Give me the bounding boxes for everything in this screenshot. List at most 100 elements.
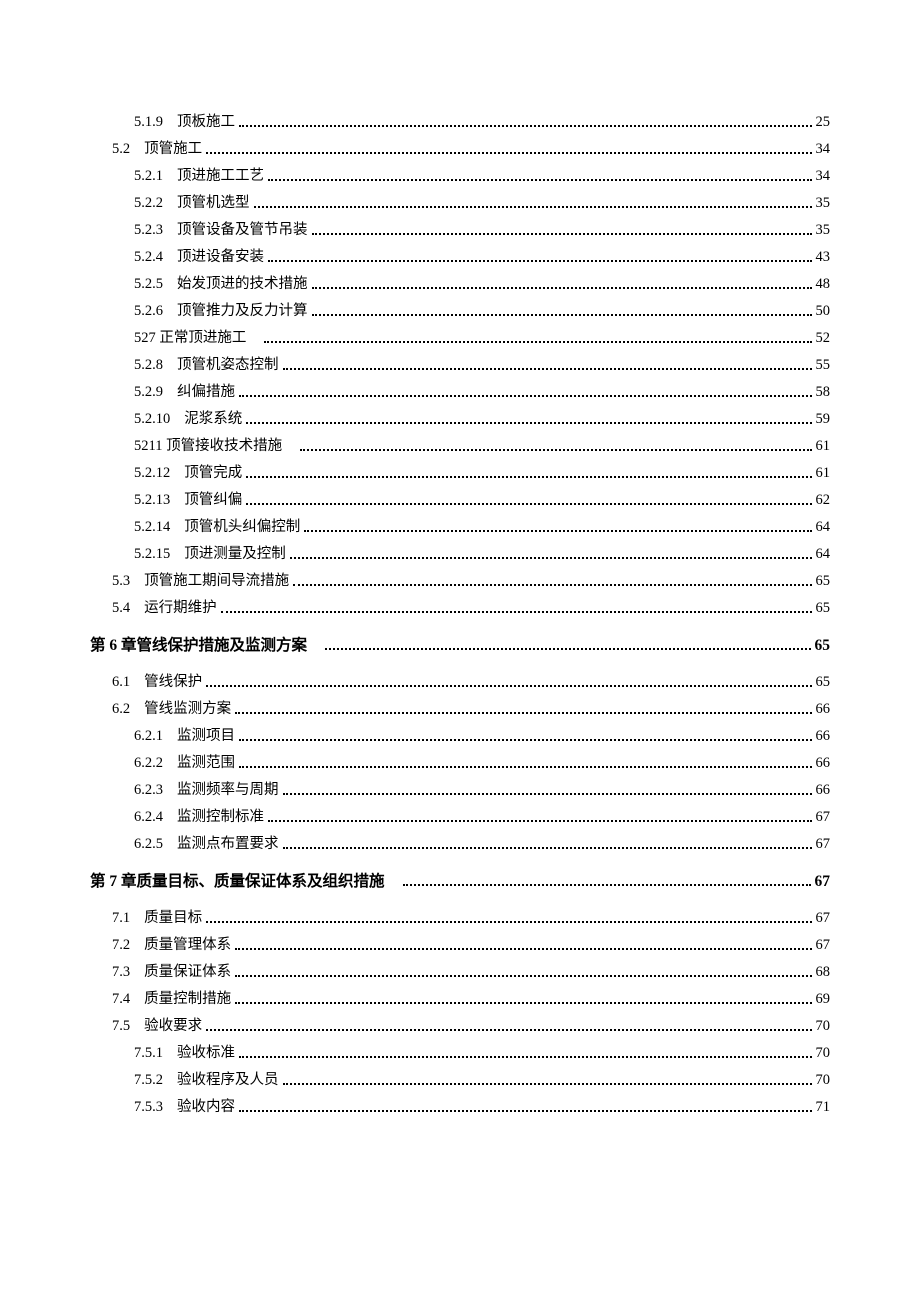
toc-entry-number: 6.2.1 bbox=[134, 729, 163, 744]
toc-entry-row: 5.2.8顶管机姿态控制55 bbox=[90, 358, 830, 373]
toc-leader-dots bbox=[283, 1083, 812, 1085]
toc-entry-number: 5.2.12 bbox=[134, 466, 170, 481]
toc-entry-number: 6.2.3 bbox=[134, 783, 163, 798]
toc-page-number: 66 bbox=[816, 756, 831, 771]
toc-entry-title: 管线监测方案 bbox=[144, 702, 231, 717]
toc-leader-dots bbox=[268, 820, 812, 822]
toc-leader-dots bbox=[283, 847, 812, 849]
toc-entry-number: 6.2.5 bbox=[134, 837, 163, 852]
toc-entry-title: 顶板施工 bbox=[177, 115, 235, 130]
toc-leader-dots bbox=[206, 921, 811, 923]
toc-entry-title: 质量目标 bbox=[144, 911, 202, 926]
toc-leader-dots bbox=[239, 395, 812, 397]
toc-page-number: 66 bbox=[816, 783, 831, 798]
toc-leader-dots bbox=[312, 314, 812, 316]
toc-leader-dots bbox=[283, 368, 812, 370]
toc-entry-number: 7.5.3 bbox=[134, 1100, 163, 1115]
toc-entry-title: 监测范围 bbox=[177, 756, 235, 771]
toc-leader-dots bbox=[221, 611, 812, 613]
toc-page-number: 67 bbox=[816, 810, 831, 825]
toc-leader-dots bbox=[268, 179, 812, 181]
toc-chapter-row: 第 7 章质量目标、质量保证体系及组织措施67 bbox=[90, 874, 830, 890]
toc-entry-row: 5.4运行期维护65 bbox=[90, 601, 830, 616]
toc-entry-row: 6.2.3 监测频率与周期 66 bbox=[90, 783, 830, 798]
toc-page-number: 61 bbox=[816, 466, 831, 481]
toc-leader-dots bbox=[312, 233, 812, 235]
toc-entry-title: 监测点布置要求 bbox=[177, 837, 279, 852]
toc-page-number: 65 bbox=[816, 675, 831, 690]
toc-entry-row: 5.2.4 顶进设备安装 43 bbox=[90, 250, 830, 265]
toc-entry-number: 第 6 章管线保护措施及监测方案 bbox=[90, 638, 307, 654]
toc-entry-title: 验收要求 bbox=[144, 1019, 202, 1034]
toc-entry-title: 验收标准 bbox=[177, 1046, 235, 1061]
toc-entry-number: 5.2.1 bbox=[134, 169, 163, 184]
toc-page-number: 43 bbox=[816, 250, 831, 265]
toc-entry-number: 7.1 bbox=[112, 911, 130, 926]
toc-leader-dots bbox=[283, 793, 812, 795]
toc-entry-row: 5.2.13 顶管纠偏 62 bbox=[90, 493, 830, 508]
toc-page-number: 35 bbox=[816, 223, 831, 238]
toc-leader-dots bbox=[235, 975, 811, 977]
toc-entry-title: 顶管施工期间导流措施 bbox=[144, 574, 289, 589]
toc-entry-number: 第 7 章质量目标、质量保证体系及组织措施 bbox=[90, 874, 385, 890]
toc-entry-title: 顶进施工工艺 bbox=[177, 169, 264, 184]
toc-page-number: 61 bbox=[816, 439, 831, 454]
toc-entry-row: 5.2.9纠偏措施58 bbox=[90, 385, 830, 400]
toc-entry-title: 质量保证体系 bbox=[144, 965, 231, 980]
toc-page-number: 70 bbox=[816, 1046, 831, 1061]
toc-entry-title: 监测频率与周期 bbox=[177, 783, 279, 798]
toc-entry-row: 5.2.15顶进测量及控制64 bbox=[90, 547, 830, 562]
toc-page-number: 64 bbox=[816, 547, 831, 562]
toc-page-number: 65 bbox=[816, 574, 831, 589]
toc-entry-number: 7.5.2 bbox=[134, 1073, 163, 1088]
toc-entry-row: 7.5.2验收程序及人员70 bbox=[90, 1073, 830, 1088]
toc-leader-dots bbox=[235, 948, 811, 950]
toc-page-number: 48 bbox=[816, 277, 831, 292]
toc-entry-title: 顶管机选型 bbox=[177, 196, 250, 211]
toc-entry-number: 5.2.5 bbox=[134, 277, 163, 292]
toc-entry-row: 7.4质量控制措施69 bbox=[90, 992, 830, 1007]
toc-entry-row: 6.2.4监测控制标准67 bbox=[90, 810, 830, 825]
toc-leader-dots bbox=[246, 422, 811, 424]
toc-leader-dots bbox=[325, 648, 810, 650]
toc-page-number: 25 bbox=[816, 115, 831, 130]
toc-leader-dots bbox=[268, 260, 812, 262]
toc-entry-number: 6.2.2 bbox=[134, 756, 163, 771]
toc-entry-title: 顶进设备安装 bbox=[177, 250, 264, 265]
document-page: 5.1.9顶板施工255.2顶管施工345.2.1顶进施工工艺345.2.2顶管… bbox=[0, 0, 920, 1301]
toc-page-number: 62 bbox=[816, 493, 831, 508]
toc-leader-dots bbox=[254, 206, 812, 208]
toc-entry-number: 5.4 bbox=[112, 601, 130, 616]
toc-entry-number: 5.2 bbox=[112, 142, 130, 157]
toc-entry-number: 7.2 bbox=[112, 938, 130, 953]
toc-entry-title: 顶管纠偏 bbox=[184, 493, 242, 508]
toc-entry-number: 5.2.3 bbox=[134, 223, 163, 238]
toc-entry-row: 7.1质量目标67 bbox=[90, 911, 830, 926]
toc-leader-dots bbox=[239, 739, 812, 741]
toc-entry-title: 质量控制措施 bbox=[144, 992, 231, 1007]
toc-page-number: 70 bbox=[816, 1019, 831, 1034]
toc-leader-dots bbox=[403, 884, 811, 886]
toc-entry-number: 5.2.13 bbox=[134, 493, 170, 508]
toc-leader-dots bbox=[239, 125, 812, 127]
toc-entry-row: 7.5验收要求70 bbox=[90, 1019, 830, 1034]
toc-entry-row: 6.2.5监测点布置要求67 bbox=[90, 837, 830, 852]
toc-page-number: 55 bbox=[816, 358, 831, 373]
toc-entry-number: 5.2.10 bbox=[134, 412, 170, 427]
toc-page-number: 52 bbox=[816, 331, 831, 346]
toc-entry-number: 5.2.4 bbox=[134, 250, 163, 265]
toc-chapter-row: 第 6 章管线保护措施及监测方案65 bbox=[90, 638, 830, 654]
toc-page-number: 50 bbox=[816, 304, 831, 319]
toc-entry-number: 5.2.8 bbox=[134, 358, 163, 373]
toc-entry-number: 5.2.2 bbox=[134, 196, 163, 211]
toc-entry-title: 监测项目 bbox=[177, 729, 235, 744]
toc-entry-title: 泥浆系统 bbox=[184, 412, 242, 427]
toc-entry-title: 顶管施工 bbox=[144, 142, 202, 157]
toc-entry-row: 6.1管线保护65 bbox=[90, 675, 830, 690]
toc-entry-number: 527 正常顶进施工 bbox=[134, 331, 246, 346]
toc-entry-row: 5.2顶管施工34 bbox=[90, 142, 830, 157]
toc-entry-row: 6.2.2 监测范围 66 bbox=[90, 756, 830, 771]
toc-page-number: 65 bbox=[816, 601, 831, 616]
toc-entry-title: 顶管设备及管节吊装 bbox=[177, 223, 308, 238]
toc-entry-title: 纠偏措施 bbox=[177, 385, 235, 400]
